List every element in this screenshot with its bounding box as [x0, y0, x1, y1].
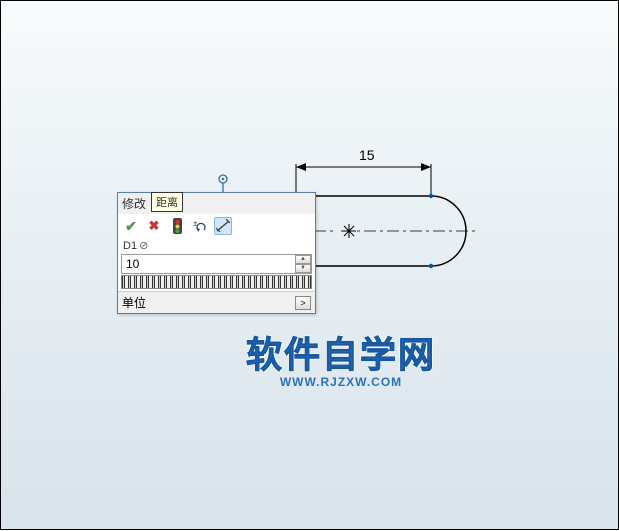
parameter-name-row: D1 ⊘ 距离	[118, 238, 315, 253]
param-prefix: D1	[121, 240, 139, 252]
modify-dialog: 修改 ✔ ✖ ± D1 ⊘	[117, 192, 316, 314]
unit-row: 单位 >	[118, 291, 315, 313]
brand-name: 软件自学网	[246, 326, 436, 378]
tooltip-distance: 距离	[151, 192, 183, 212]
check-icon: ✔	[125, 218, 137, 235]
dialog-toolbar: ✔ ✖ ±	[118, 214, 315, 238]
expand-button[interactable]: >	[295, 296, 311, 310]
traffic-light-icon	[172, 218, 183, 234]
spin-down-button[interactable]: ▼	[295, 264, 311, 273]
thumbwheel-slider[interactable]	[121, 275, 312, 289]
value-input[interactable]	[122, 255, 295, 273]
dimension-tool-button[interactable]	[214, 217, 232, 235]
watermark: 软件自学网 WWW.RJZXW.COM	[246, 326, 436, 389]
reverse-icon: ±	[192, 219, 208, 233]
traffic-light-button[interactable]	[168, 217, 186, 235]
unit-label: 单位	[122, 294, 146, 311]
dimension-icon	[215, 219, 231, 233]
dialog-title: 修改	[118, 193, 315, 214]
spin-buttons: ▲ ▼	[295, 255, 311, 273]
link-icon: ⊘	[139, 239, 148, 252]
spin-up-button[interactable]: ▲	[295, 255, 311, 264]
accept-button[interactable]: ✔	[122, 217, 140, 235]
x-icon: ✖	[149, 218, 160, 234]
value-row: ▲ ▼	[121, 254, 312, 274]
reverse-button[interactable]: ±	[191, 217, 209, 235]
cancel-button[interactable]: ✖	[145, 217, 163, 235]
dimension-value[interactable]: 15	[359, 147, 375, 163]
